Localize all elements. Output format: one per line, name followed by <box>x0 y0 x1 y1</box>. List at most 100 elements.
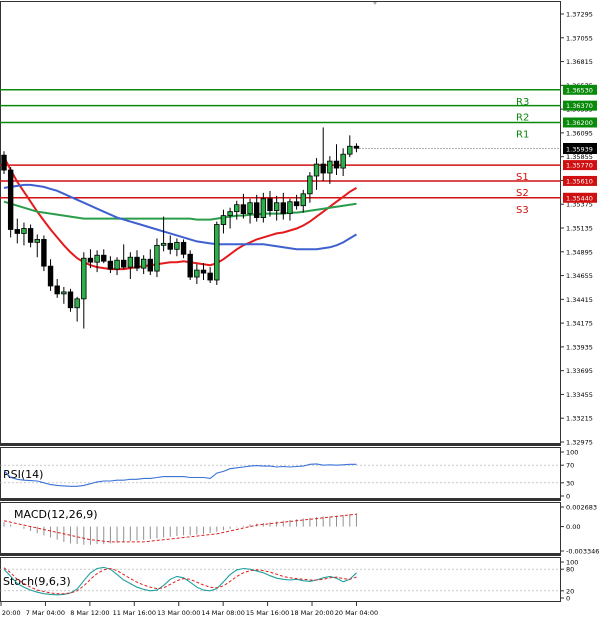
indicator-tick-label: 0.00 <box>566 523 580 531</box>
candle-body <box>353 145 360 149</box>
indicator-tick-label: 70 <box>566 462 574 470</box>
level-value-s2: 1.35610 <box>566 177 593 185</box>
price-tick-label: 1.36815 <box>566 58 593 66</box>
level-value-s3: 1.35440 <box>566 194 593 202</box>
candle-body <box>340 153 346 169</box>
candle-body <box>61 291 67 295</box>
candle-body <box>87 257 94 263</box>
candle-body <box>127 256 134 268</box>
stoch-label: Stoch(9,6,3) <box>3 575 71 588</box>
candle-body <box>7 169 14 230</box>
time-tick-label: 13 Mar 00:00 <box>157 609 200 617</box>
chart-canvas: 1.372951.370551.368151.365751.363351.360… <box>0 0 600 623</box>
candle-body <box>327 160 333 174</box>
candle-body <box>227 211 233 217</box>
time-tick-label: 7 Mar 04:00 <box>26 609 65 617</box>
time-tick-label: 14 Mar 08:00 <box>201 609 244 617</box>
candle-body <box>94 254 100 263</box>
candle-body <box>140 258 147 269</box>
candle-body <box>27 228 34 243</box>
candle-body <box>307 175 313 195</box>
candle-body <box>194 269 200 278</box>
candle-body <box>47 265 54 287</box>
candle-body <box>220 215 227 225</box>
candle-body <box>114 259 120 270</box>
price-tick-label: 1.33935 <box>566 343 593 351</box>
time-tick-label: 11 Mar 16:00 <box>113 609 156 617</box>
candle-body <box>81 257 87 300</box>
candle-body <box>67 291 74 309</box>
candle-body <box>167 242 173 250</box>
indicator-tick-label: -0.003346 <box>566 548 599 556</box>
time-tick-label: 6 Mar 20:00 <box>0 609 21 617</box>
candle-body <box>21 228 27 234</box>
indicator-tick-label: 80 <box>566 566 574 574</box>
price-tick-label: 1.36095 <box>566 129 593 137</box>
time-tick-label: 20 Mar 04:00 <box>335 609 378 617</box>
candle-body <box>200 269 207 274</box>
candle-body <box>41 238 47 267</box>
indicator-tick-label: 100 <box>566 449 578 457</box>
candle-body <box>180 241 187 255</box>
candle-body <box>187 253 193 278</box>
level-label-r1: R1 <box>516 129 529 140</box>
candle-body <box>1 154 7 171</box>
candle-body <box>300 193 306 207</box>
price-tick-label: 1.34655 <box>566 272 593 280</box>
level-value-s1: 1.35770 <box>566 162 593 170</box>
indicator-tick-label: 0 <box>566 595 570 603</box>
level-value-r1: 1.36200 <box>566 119 593 127</box>
candle-body <box>287 201 293 215</box>
candle-body <box>74 298 80 309</box>
candle-body <box>121 259 127 268</box>
indicator-tick-label: 30 <box>566 479 574 487</box>
time-tick-label: 18 Mar 20:00 <box>290 609 333 617</box>
candle-body <box>320 163 326 174</box>
price-tick-label: 1.35135 <box>566 225 593 233</box>
time-tick-label: 8 Mar 12:00 <box>70 609 109 617</box>
candle-body <box>260 198 267 218</box>
macd-label: MACD(12,26,9) <box>14 508 98 521</box>
indicator-tick-label: 0 <box>566 493 570 501</box>
price-tick-label: 1.33695 <box>566 367 593 375</box>
price-tick-label: 1.33455 <box>566 391 593 399</box>
candle-body <box>107 260 114 270</box>
candle-body <box>333 160 340 169</box>
time-tick-label: 15 Mar 16:00 <box>246 609 289 617</box>
candle-body <box>134 256 140 269</box>
candle-body <box>313 163 320 177</box>
candle-body <box>273 202 280 212</box>
candle-body <box>267 198 273 212</box>
candle-body <box>240 204 247 215</box>
price-tick-label: 1.34175 <box>566 320 593 328</box>
level-value-r2: 1.36370 <box>566 102 593 110</box>
candle-body <box>147 258 153 272</box>
price-tick-label: 1.34895 <box>566 248 593 256</box>
price-tick-label: 1.33215 <box>566 415 593 423</box>
candle-body <box>101 254 107 262</box>
current-price-label: 1.35939 <box>566 146 593 154</box>
candle-body <box>14 229 20 234</box>
level-value-r3: 1.36530 <box>566 86 593 94</box>
candle-body <box>174 241 180 250</box>
candle-body <box>253 202 260 218</box>
price-tick-label: 1.35855 <box>566 153 593 161</box>
price-tick-label: 1.32975 <box>566 439 593 447</box>
price-tick-label: 1.37295 <box>566 11 593 19</box>
candle-body <box>207 272 213 281</box>
candle-body <box>34 238 40 243</box>
candle-body <box>234 204 240 213</box>
price-tick-label: 1.37055 <box>566 34 593 42</box>
candle-body <box>160 242 167 246</box>
candle-body <box>54 285 60 295</box>
rsi-label: RSI(14) <box>3 468 43 481</box>
price-tick-label: 1.34415 <box>566 296 593 304</box>
indicator-tick-label: 0.002683 <box>566 504 597 512</box>
level-label-s3: S3 <box>516 205 529 216</box>
candle-body <box>214 224 220 281</box>
candle-body <box>347 145 353 155</box>
candle-body <box>154 244 160 272</box>
candle-body <box>293 201 300 207</box>
candle-body <box>247 202 253 215</box>
candle-body <box>280 202 286 215</box>
